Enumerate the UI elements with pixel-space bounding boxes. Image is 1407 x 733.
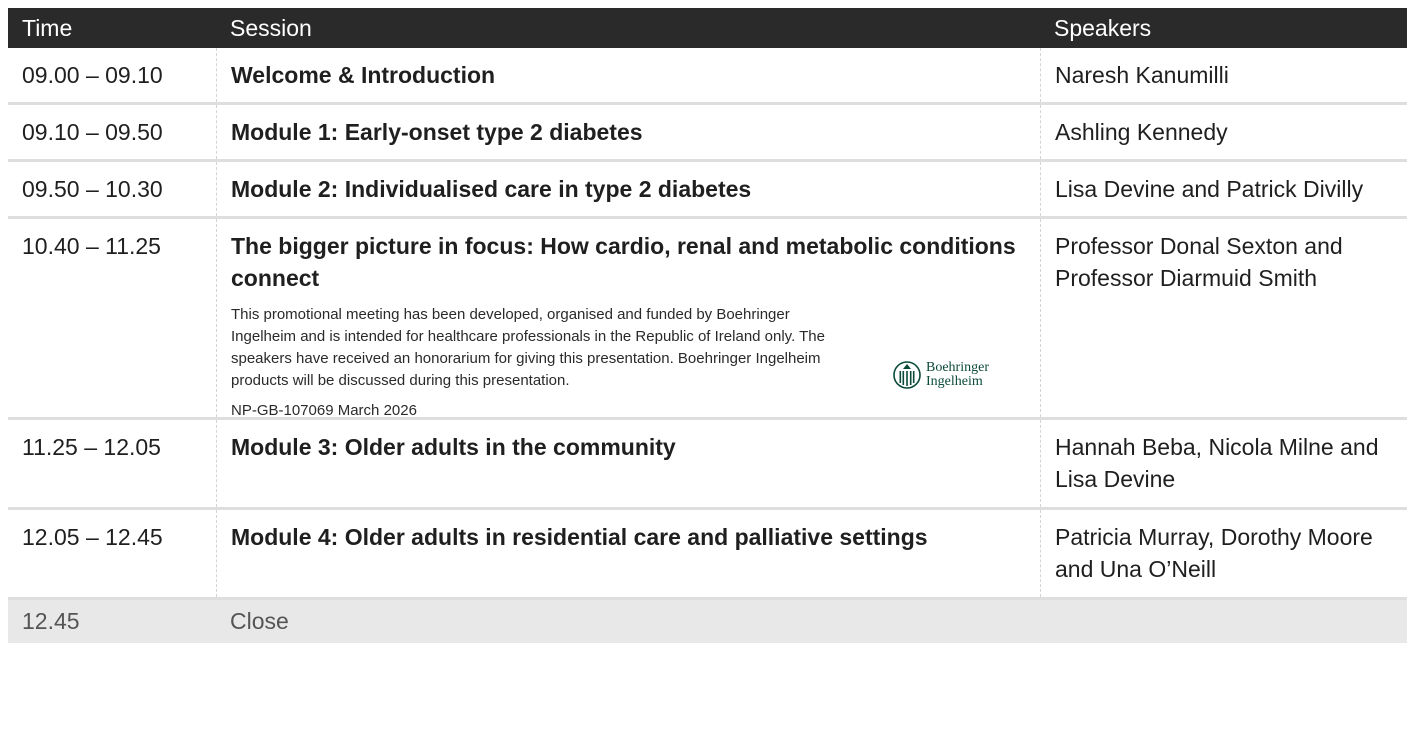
promotional-disclaimer: This promotional meeting has been develo… xyxy=(231,306,825,389)
row-speakers: Lisa Devine and Patrick Divilly xyxy=(1040,162,1407,216)
row-session: The bigger picture in focus: How cardio,… xyxy=(216,219,1040,419)
logo-line-1: Boehringer xyxy=(926,360,989,375)
table-header: Time Session Speakers xyxy=(8,8,1407,48)
row-time: 11.25 – 12.05 xyxy=(22,434,161,460)
row-session: Module 4: Older adults in residential ca… xyxy=(216,510,1040,597)
row-session: Module 3: Older adults in the community xyxy=(216,420,1040,507)
boehringer-ingelheim-logo-icon xyxy=(893,361,921,389)
agenda-table: Time Session Speakers 09.00 – 09.10 Welc… xyxy=(8,8,1407,643)
table-row: 09.10 – 09.50 Module 1: Early-onset type… xyxy=(8,105,1407,162)
close-time: 12.45 xyxy=(22,608,80,634)
close-label: Close xyxy=(230,608,289,634)
row-time: 09.00 – 09.10 xyxy=(22,62,163,88)
table-row: 12.05 – 12.45 Module 4: Older adults in … xyxy=(8,510,1407,600)
header-time: Time xyxy=(22,15,73,41)
close-row: 12.45 Close xyxy=(8,600,1407,643)
row-speakers: Patricia Murray, Dorothy Moore and Una O… xyxy=(1040,510,1407,597)
logo-wordmark: Boehringer Ingelheim xyxy=(926,361,989,389)
row-speakers: Naresh Kanumilli xyxy=(1040,48,1407,102)
table-row: 11.25 – 12.05 Module 3: Older adults in … xyxy=(8,420,1407,510)
session-title: Module 4: Older adults in residential ca… xyxy=(231,524,928,550)
session-title: Welcome & Introduction xyxy=(231,62,496,88)
row-time: 10.40 – 11.25 xyxy=(22,233,161,259)
close-speakers-empty xyxy=(1040,600,1407,643)
header-speakers: Speakers xyxy=(1054,15,1152,41)
row-time: 12.05 – 12.45 xyxy=(22,524,163,550)
session-title: Module 3: Older adults in the community xyxy=(231,434,676,460)
session-title: Module 1: Early-onset type 2 diabetes xyxy=(231,119,643,145)
session-title: The bigger picture in focus: How cardio,… xyxy=(231,233,1016,291)
row-session: Module 2: Individualised care in type 2 … xyxy=(216,162,1040,216)
boehringer-ingelheim-logo: Boehringer Ingelheim xyxy=(892,360,989,390)
row-speakers: Professor Donal Sexton and Professor Dia… xyxy=(1040,219,1407,417)
job-code: NP-GB-107069 March 2026 xyxy=(231,402,417,419)
session-title: Module 2: Individualised care in type 2 … xyxy=(231,176,752,202)
row-session: Welcome & Introduction xyxy=(216,48,1040,102)
table-row: 09.50 – 10.30 Module 2: Individualised c… xyxy=(8,162,1407,219)
row-session: Module 1: Early-onset type 2 diabetes xyxy=(216,105,1040,159)
row-time: 09.10 – 09.50 xyxy=(22,119,163,145)
row-speakers: Ashling Kennedy xyxy=(1040,105,1407,159)
logo-line-2: Ingelheim xyxy=(926,374,983,389)
table-row: 10.40 – 11.25 The bigger picture in focu… xyxy=(8,219,1407,420)
row-speakers: Hannah Beba, Nicola Milne and Lisa Devin… xyxy=(1040,420,1407,507)
row-time: 09.50 – 10.30 xyxy=(22,176,163,202)
table-row: 09.00 – 09.10 Welcome & Introduction Nar… xyxy=(8,48,1407,105)
header-session: Session xyxy=(230,15,312,41)
